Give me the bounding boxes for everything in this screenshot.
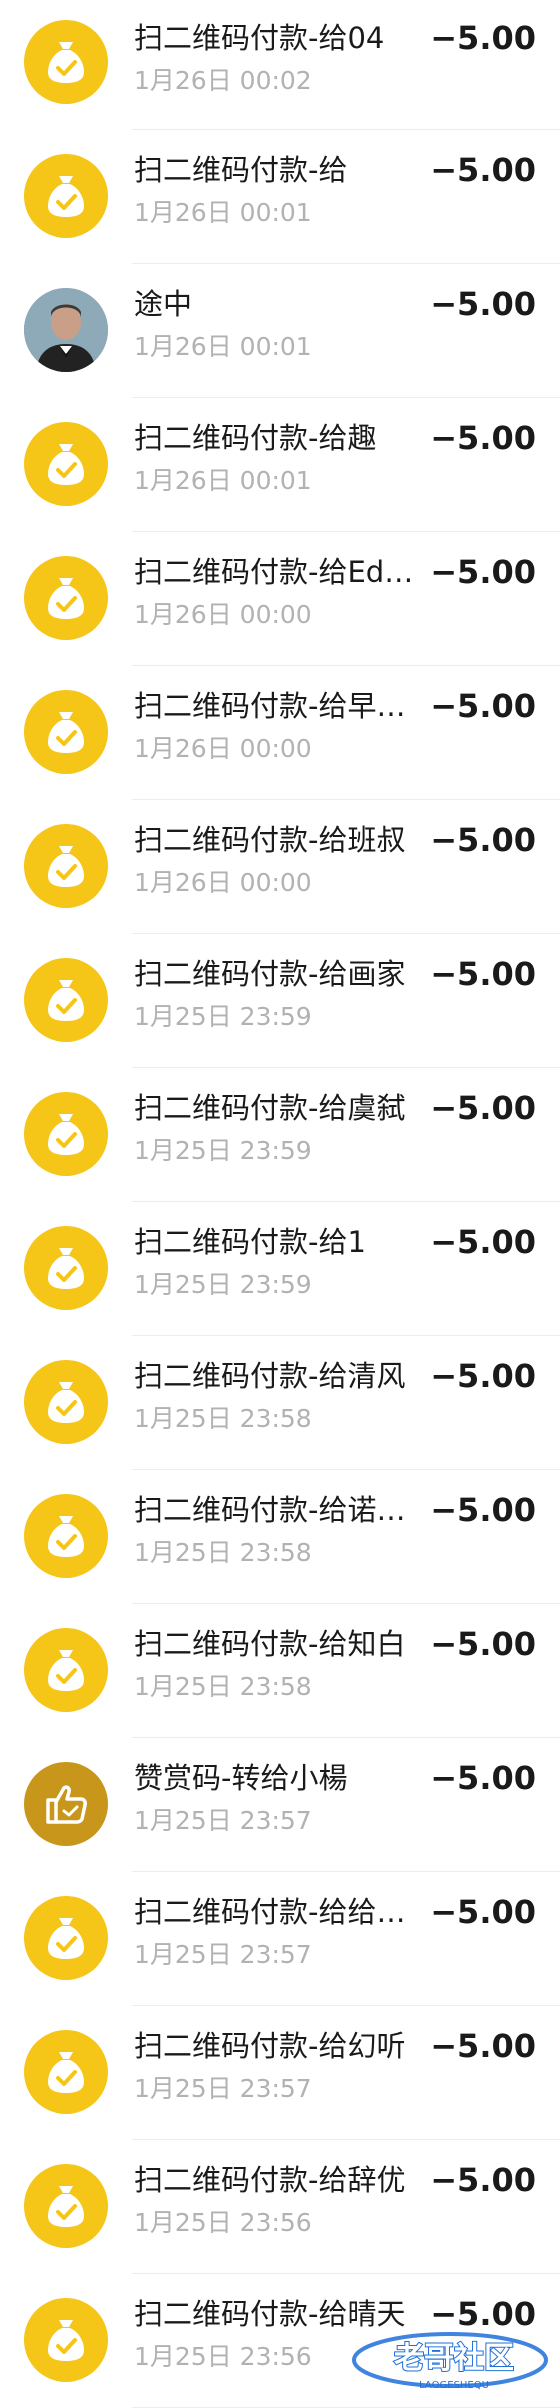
transaction-row[interactable]: 扫二维码付款-给幻听 1月25日 23:57 −5.00 (0, 2006, 560, 2140)
transaction-row[interactable]: 扫二维码付款-给清风 1月25日 23:58 −5.00 (0, 1336, 560, 1470)
transaction-time: 1月25日 23:59 (134, 1270, 312, 1299)
transaction-title: 扫二维码付款-给晴天 (134, 2297, 406, 2331)
transaction-amount: −5.00 (430, 2161, 536, 2199)
money-bag-icon (24, 154, 108, 238)
transaction-title: 扫二维码付款-给 (134, 153, 348, 187)
transaction-amount: −5.00 (430, 1223, 536, 1261)
transaction-amount: −5.00 (430, 419, 536, 457)
transaction-amount: −5.00 (430, 553, 536, 591)
money-bag-icon (24, 1494, 108, 1578)
transaction-time: 1月25日 23:56 (134, 2208, 312, 2237)
money-bag-icon (24, 690, 108, 774)
transaction-amount: −5.00 (430, 1625, 536, 1663)
money-bag-icon (24, 958, 108, 1042)
transaction-row[interactable]: 扫二维码付款-给Ed… 1月26日 00:00 −5.00 (0, 532, 560, 666)
transaction-time: 1月25日 23:58 (134, 1404, 312, 1433)
transaction-title: 扫二维码付款-给虞弑 (134, 1091, 406, 1125)
transaction-time: 1月26日 00:00 (134, 868, 312, 897)
transaction-row[interactable]: 扫二维码付款-给辞优 1月25日 23:56 −5.00 (0, 2140, 560, 2274)
transaction-row[interactable]: 扫二维码付款-给虞弑 1月25日 23:59 −5.00 (0, 1068, 560, 1202)
transaction-list: 扫二维码付款-给04 1月26日 00:02 −5.00 扫二维码付款-给 1月26日 … (0, 0, 560, 2408)
transaction-title: 扫二维码付款-给04 (134, 21, 385, 55)
transaction-time: 1月25日 23:57 (134, 2074, 312, 2103)
transaction-title: 途中 (134, 287, 193, 321)
transaction-row[interactable]: 扫二维码付款-给早… 1月26日 00:00 −5.00 (0, 666, 560, 800)
transaction-title: 扫二维码付款-给画家 (134, 957, 406, 991)
transaction-amount: −5.00 (430, 1893, 536, 1931)
money-bag-icon (24, 2298, 108, 2382)
transaction-row[interactable]: 扫二维码付款-给班叔 1月26日 00:00 −5.00 (0, 800, 560, 934)
transaction-title: 扫二维码付款-给幻听 (134, 2029, 406, 2063)
transaction-time: 1月26日 00:02 (134, 66, 312, 95)
transaction-time: 1月26日 00:00 (134, 600, 312, 629)
transaction-amount: −5.00 (430, 955, 536, 993)
watermark-sub-text: LAOGESHEQU (419, 2380, 489, 2391)
transaction-time: 1月25日 23:59 (134, 1002, 312, 1031)
transaction-amount: −5.00 (430, 1357, 536, 1395)
transaction-row[interactable]: 扫二维码付款-给画家 1月25日 23:59 −5.00 (0, 934, 560, 1068)
transaction-title: 扫二维码付款-给清风 (134, 1359, 406, 1393)
money-bag-icon (24, 824, 108, 908)
transaction-time: 1月26日 00:01 (134, 466, 312, 495)
transaction-title: 扫二维码付款-给诺… (134, 1493, 406, 1527)
transaction-amount: −5.00 (430, 285, 536, 323)
money-bag-icon (24, 422, 108, 506)
transaction-row[interactable]: 扫二维码付款-给诺… 1月25日 23:58 −5.00 (0, 1470, 560, 1604)
transaction-row[interactable]: 扫二维码付款-给04 1月26日 00:02 −5.00 (0, 0, 560, 130)
money-bag-icon (24, 2030, 108, 2114)
transaction-row[interactable]: 赞赏码-转给小楊 1月25日 23:57 −5.00 (0, 1738, 560, 1872)
money-bag-icon (24, 1226, 108, 1310)
transaction-time: 1月26日 00:00 (134, 734, 312, 763)
transaction-amount: −5.00 (430, 687, 536, 725)
money-bag-icon (24, 1092, 108, 1176)
transaction-title: 扫二维码付款-给趣 (134, 421, 377, 455)
money-bag-icon (24, 1360, 108, 1444)
transaction-amount: −5.00 (430, 2027, 536, 2065)
transaction-title: 扫二维码付款-给Ed… (134, 555, 414, 589)
avatar (24, 288, 108, 372)
transaction-title: 扫二维码付款-给辞优 (134, 2163, 406, 2197)
transaction-amount: −5.00 (430, 821, 536, 859)
money-bag-icon (24, 20, 108, 104)
transaction-row[interactable]: 扫二维码付款-给给… 1月25日 23:57 −5.00 (0, 1872, 560, 2006)
transaction-title: 扫二维码付款-给给… (134, 1895, 406, 1929)
money-bag-icon (24, 1628, 108, 1712)
transaction-time: 1月26日 00:01 (134, 332, 312, 361)
money-bag-icon (24, 1896, 108, 1980)
transaction-title: 扫二维码付款-给早… (134, 689, 406, 723)
watermark-logo: 老哥社区 LAOGESHEQU (352, 2332, 548, 2391)
transaction-amount: −5.00 (430, 1759, 536, 1797)
transaction-row[interactable]: 途中 1月26日 00:01 −5.00 (0, 264, 560, 398)
transaction-title: 扫二维码付款-给班叔 (134, 823, 406, 857)
transaction-time: 1月26日 00:01 (134, 198, 312, 227)
transaction-row[interactable]: 扫二维码付款-给 1月26日 00:01 −5.00 (0, 130, 560, 264)
transaction-time: 1月25日 23:58 (134, 1672, 312, 1701)
transaction-amount: −5.00 (430, 1491, 536, 1529)
transaction-amount: −5.00 (430, 151, 536, 189)
transaction-amount: −5.00 (430, 2295, 536, 2333)
transaction-row[interactable]: 扫二维码付款-给趣 1月26日 00:01 −5.00 (0, 398, 560, 532)
transaction-time: 1月25日 23:57 (134, 1940, 312, 1969)
watermark-main-text: 老哥社区 (394, 2341, 514, 2376)
transaction-amount: −5.00 (430, 19, 536, 57)
transaction-title: 扫二维码付款-给1 (134, 1225, 366, 1259)
transaction-time: 1月25日 23:56 (134, 2342, 312, 2371)
transaction-time: 1月25日 23:59 (134, 1136, 312, 1165)
money-bag-icon (24, 2164, 108, 2248)
transaction-row[interactable]: 扫二维码付款-给知白 1月25日 23:58 −5.00 (0, 1604, 560, 1738)
transaction-amount: −5.00 (430, 1089, 536, 1127)
transaction-time: 1月25日 23:58 (134, 1538, 312, 1567)
transaction-title: 赞赏码-转给小楊 (134, 1761, 348, 1795)
transaction-row[interactable]: 扫二维码付款-给1 1月25日 23:59 −5.00 (0, 1202, 560, 1336)
transaction-title: 扫二维码付款-给知白 (134, 1627, 406, 1661)
money-bag-icon (24, 556, 108, 640)
thumbs-up-icon (24, 1762, 108, 1846)
transaction-time: 1月25日 23:57 (134, 1806, 312, 1835)
